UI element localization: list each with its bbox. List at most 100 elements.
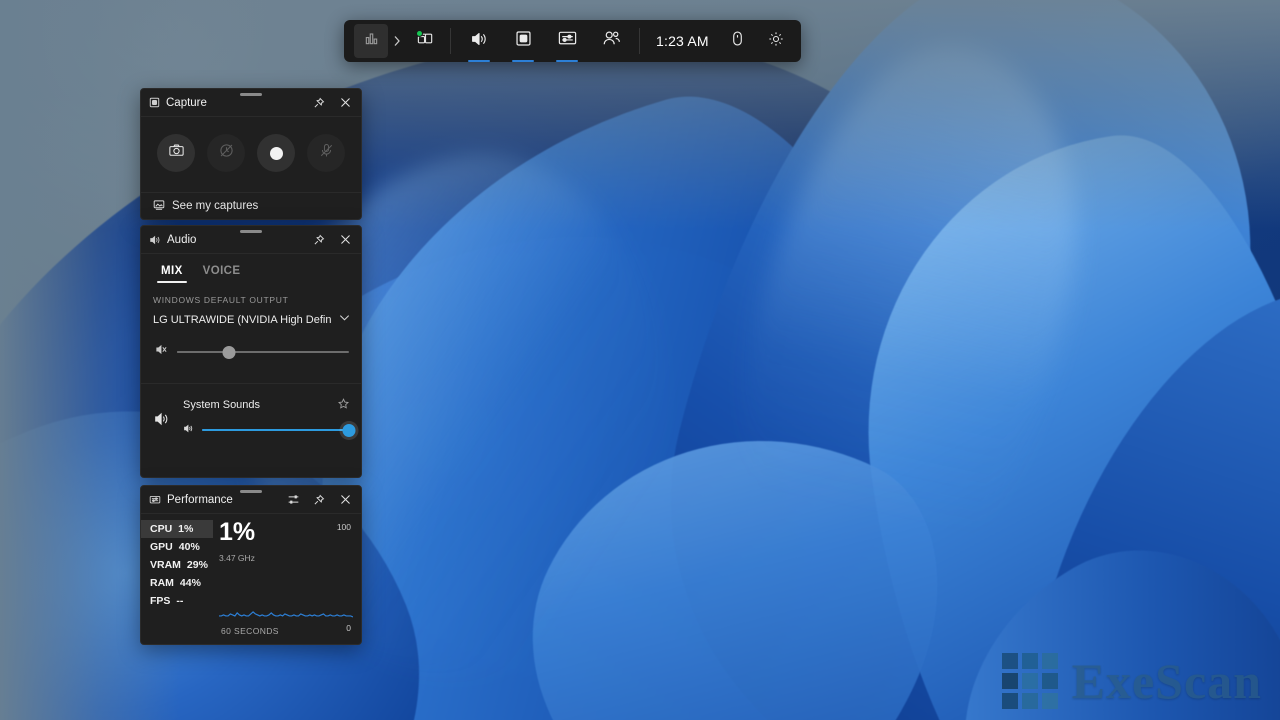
logo-cell-4 bbox=[1001, 673, 1018, 689]
widget-menu-button[interactable] bbox=[354, 24, 388, 58]
tab-mix[interactable]: MIX bbox=[151, 258, 193, 283]
sliders-icon[interactable] bbox=[283, 490, 303, 510]
pin-icon[interactable] bbox=[309, 93, 329, 113]
performance-active-underline bbox=[556, 60, 578, 62]
tab-voice[interactable]: VOICE bbox=[193, 258, 251, 283]
watermark-text: ExeScan bbox=[1071, 653, 1262, 709]
record-last-30s-button[interactable] bbox=[207, 134, 245, 172]
see-my-captures-row[interactable]: See my captures bbox=[141, 192, 361, 219]
widget-store-button[interactable] bbox=[406, 24, 444, 58]
capture-title: Capture bbox=[166, 96, 207, 109]
speaker-icon bbox=[149, 234, 161, 246]
metric-label: CPU bbox=[150, 523, 173, 535]
audio-widget: Audio MIX VOICE WINDOWS DEFAULT OUTPUT L… bbox=[140, 225, 362, 478]
performance-metric-cpu[interactable]: CPU 1% bbox=[141, 520, 213, 538]
performance-metrics-list: CPU 1% GPU 40% VRAM 29% RAM 44% FPS -- bbox=[141, 514, 213, 645]
see-my-captures-label: See my captures bbox=[172, 200, 259, 212]
capture-icon bbox=[514, 29, 533, 53]
settings-button[interactable] bbox=[757, 24, 795, 58]
capture-drag-handle[interactable] bbox=[240, 93, 262, 96]
resources-icon bbox=[729, 30, 746, 52]
windows-default-output-label: WINDOWS DEFAULT OUTPUT bbox=[153, 295, 289, 305]
watermark: ExeScan bbox=[1001, 652, 1262, 710]
chevron-right-icon[interactable] bbox=[388, 35, 406, 47]
speaker-icon bbox=[469, 29, 489, 54]
performance-icon bbox=[149, 494, 161, 506]
app-slider-fill bbox=[202, 429, 349, 431]
performance-metric-gpu[interactable]: GPU 40% bbox=[141, 538, 213, 556]
app-slider-row bbox=[183, 421, 356, 439]
speaker-muted-icon[interactable] bbox=[155, 343, 168, 361]
close-icon[interactable] bbox=[335, 490, 355, 510]
clock-time: 1:23 AM bbox=[656, 33, 709, 49]
close-icon[interactable] bbox=[335, 230, 355, 250]
performance-metric-fps[interactable]: FPS -- bbox=[141, 592, 213, 610]
capture-widget: Capture See my captures bbox=[140, 88, 362, 220]
cpu-usage-line bbox=[219, 612, 353, 617]
performance-icon bbox=[557, 28, 578, 54]
performance-selected-sub: 3.47 GHz bbox=[219, 553, 255, 563]
graph-time-label: 60 SECONDS bbox=[221, 626, 279, 636]
widget-menu-icon bbox=[364, 31, 379, 51]
metric-value: 44% bbox=[179, 577, 201, 589]
master-slider-thumb[interactable] bbox=[222, 345, 236, 359]
audio-tabs: MIX VOICE bbox=[141, 254, 361, 283]
exescan-grid-logo bbox=[1001, 653, 1058, 709]
audio-drag-handle[interactable] bbox=[240, 230, 262, 233]
metric-label: RAM bbox=[150, 577, 174, 589]
app-name-wrap: System Sounds bbox=[183, 398, 349, 412]
graph-axis-min: 0 bbox=[346, 623, 351, 633]
metric-value: 1% bbox=[178, 523, 194, 535]
pin-icon[interactable] bbox=[309, 490, 329, 510]
metric-label: GPU bbox=[150, 541, 173, 553]
logo-cell-9 bbox=[1041, 693, 1058, 709]
capture-active-underline bbox=[512, 60, 534, 62]
app-volume-content: System Sounds bbox=[183, 398, 356, 439]
output-device-selector[interactable]: LG ULTRAWIDE (NVIDIA High Definition... bbox=[141, 309, 361, 331]
performance-metric-vram[interactable]: VRAM 29% bbox=[141, 556, 213, 574]
performance-detail: 1% 3.47 GHz 100 0 60 SECONDS bbox=[213, 514, 361, 645]
audio-title: Audio bbox=[167, 233, 197, 246]
app-volume-row-system-sounds: System Sounds bbox=[141, 384, 361, 439]
app-volume-slider[interactable] bbox=[202, 423, 356, 437]
widget-store-badge-dot bbox=[416, 30, 423, 37]
metric-label: VRAM bbox=[150, 559, 181, 571]
performance-body: CPU 1% GPU 40% VRAM 29% RAM 44% FPS -- 1% 3.47 GH… bbox=[141, 514, 361, 645]
master-volume-slider[interactable] bbox=[177, 345, 349, 359]
xbox-social-button[interactable] bbox=[589, 24, 633, 58]
audio-active-underline bbox=[468, 60, 490, 62]
performance-button[interactable] bbox=[545, 24, 589, 62]
toolbar-divider-2 bbox=[639, 28, 640, 54]
speaker-small-icon[interactable] bbox=[183, 421, 194, 439]
start-recording-button[interactable] bbox=[257, 134, 295, 172]
output-device-name: LG ULTRAWIDE (NVIDIA High Definition... bbox=[153, 314, 332, 326]
resources-button[interactable] bbox=[719, 24, 757, 58]
logo-cell-5 bbox=[1021, 673, 1038, 689]
gear-icon bbox=[767, 30, 785, 53]
app-name-label: System Sounds bbox=[183, 399, 261, 411]
performance-metric-ram[interactable]: RAM 44% bbox=[141, 574, 213, 592]
pin-icon[interactable] bbox=[309, 230, 329, 250]
logo-cell-2 bbox=[1021, 653, 1038, 669]
audio-button[interactable] bbox=[457, 24, 501, 62]
record-dot-icon bbox=[269, 146, 283, 160]
microphone-muted-icon bbox=[318, 142, 335, 164]
gallery-icon bbox=[153, 199, 165, 214]
logo-cell-8 bbox=[1021, 693, 1038, 709]
capture-icon bbox=[149, 97, 160, 108]
logo-cell-1 bbox=[1001, 653, 1018, 669]
star-icon[interactable] bbox=[338, 398, 349, 412]
chevron-down-icon[interactable] bbox=[338, 311, 351, 329]
logo-cell-7 bbox=[1001, 693, 1018, 709]
camera-icon bbox=[168, 142, 185, 164]
microphone-toggle-button[interactable] bbox=[307, 134, 345, 172]
close-icon[interactable] bbox=[335, 93, 355, 113]
app-slider-thumb[interactable] bbox=[342, 423, 356, 437]
performance-selected-value: 1% bbox=[219, 518, 256, 546]
capture-buttons-row bbox=[141, 117, 361, 192]
logo-cell-3 bbox=[1041, 653, 1058, 669]
screenshot-button[interactable] bbox=[157, 134, 195, 172]
performance-drag-handle[interactable] bbox=[240, 490, 262, 493]
toolbar-divider-1 bbox=[450, 28, 451, 54]
capture-button[interactable] bbox=[501, 24, 545, 62]
